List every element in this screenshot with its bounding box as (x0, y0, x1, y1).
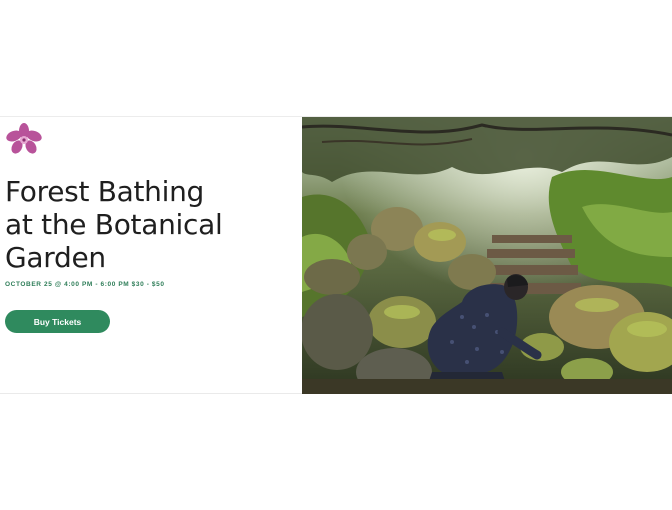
event-title-line: Garden (5, 241, 106, 274)
event-date-price: OCTOBER 25 @ 4:00 PM - 6:00 PM $30 - $50 (5, 281, 165, 288)
event-title-line: at the Botanical (5, 208, 223, 241)
event-title: Forest Bathing at the Botanical Garden (5, 175, 295, 274)
orchid-logo-icon (6, 123, 42, 154)
event-title-line: Forest Bathing (5, 175, 205, 208)
forest-garden-photo (302, 117, 672, 394)
event-photo (302, 117, 672, 394)
buy-tickets-button[interactable]: Buy Tickets (5, 310, 110, 333)
